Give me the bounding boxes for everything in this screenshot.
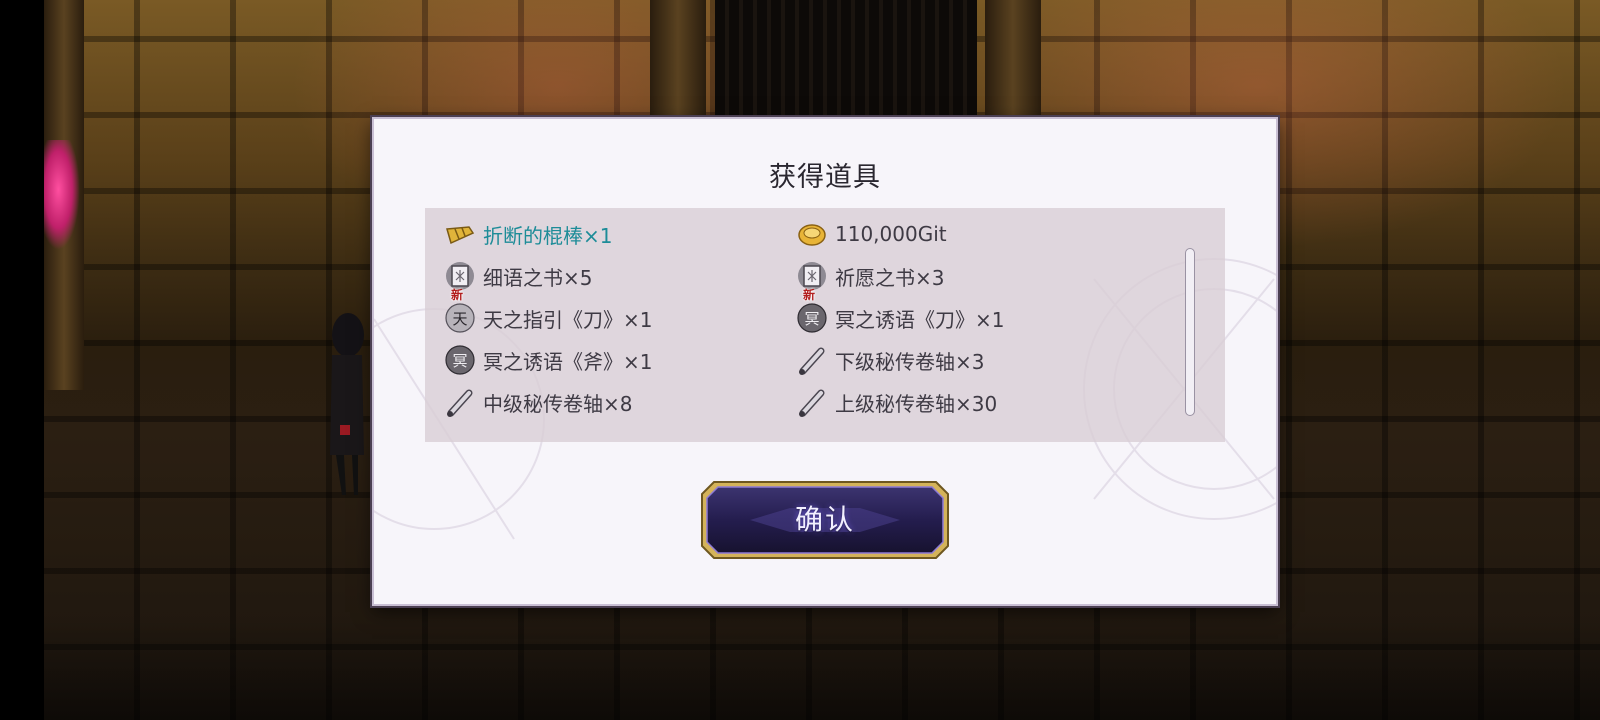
floor-shadow [44, 620, 1600, 720]
list-item: 细语之书×5 [445, 258, 592, 294]
list-item: 中级秘传卷轴×8 [445, 384, 632, 420]
underworld-glyph: 冥 [452, 352, 467, 370]
item-label: 中级秘传卷轴×8 [483, 391, 633, 416]
item-label: 折断的棍棒×1 [483, 223, 613, 248]
item-label: 下级秘传卷轴×3 [835, 349, 985, 374]
stone-pillar [650, 0, 706, 115]
game-scene: 获得道具 折断的棍棒×1 110,000Git 细语之书×5 祈愿之书×3 天 … [0, 0, 1600, 720]
item-label: 冥之诱语《刀》×1 [835, 307, 1005, 332]
new-badge: 新 [451, 288, 464, 302]
stone-pillar [985, 0, 1041, 115]
heaven-seal-icon: 天 新 [445, 289, 475, 333]
book-icon [445, 261, 475, 291]
list-item: 110,000Git [797, 216, 947, 252]
gold-coin-icon [797, 219, 827, 249]
item-label: 上级秘传卷轴×30 [835, 391, 998, 416]
item-label: 祈愿之书×3 [835, 265, 945, 290]
underworld-seal-icon: 冥 [445, 345, 475, 375]
dungeon-gate [715, 0, 977, 115]
torch-flame [44, 140, 80, 250]
item-label: 110,000Git [835, 222, 947, 246]
item-label: 天之指引《刀》×1 [483, 307, 653, 332]
underworld-glyph: 冥 [804, 310, 819, 328]
item-label: 冥之诱语《斧》×1 [483, 349, 653, 374]
item-label: 细语之书×5 [483, 265, 593, 290]
scroll-icon [797, 387, 827, 417]
list-item: 天 新 天之指引《刀》×1 [445, 289, 653, 336]
list-item: 冥 冥之诱语《斧》×1 [445, 342, 652, 378]
list-scrollbar[interactable] [1185, 248, 1195, 416]
list-item: 冥 新 冥之诱语《刀》×1 [797, 289, 1005, 336]
player-character [330, 313, 364, 495]
item-reward-dialog: 获得道具 折断的棍棒×1 110,000Git 细语之书×5 祈愿之书×3 天 … [372, 117, 1278, 606]
item-list-panel: 折断的棍棒×1 110,000Git 细语之书×5 祈愿之书×3 天 新 天之指… [425, 208, 1225, 442]
new-badge: 新 [803, 288, 816, 302]
list-item: 上级秘传卷轴×30 [797, 384, 997, 420]
heaven-glyph: 天 [452, 310, 467, 328]
scroll-icon [797, 345, 827, 375]
scroll-icon [445, 387, 475, 417]
confirm-button[interactable]: 确认 [700, 480, 950, 560]
confirm-button-label: 确认 [794, 503, 855, 536]
dialog-title: 获得道具 [769, 162, 881, 193]
list-item: 下级秘传卷轴×3 [797, 342, 984, 378]
book-icon [797, 261, 827, 291]
list-item: 折断的棍棒×1 [445, 216, 612, 252]
list-item: 祈愿之书×3 [797, 258, 944, 294]
underworld-seal-icon: 冥 新 [797, 289, 827, 333]
broken-club-icon [445, 219, 475, 249]
